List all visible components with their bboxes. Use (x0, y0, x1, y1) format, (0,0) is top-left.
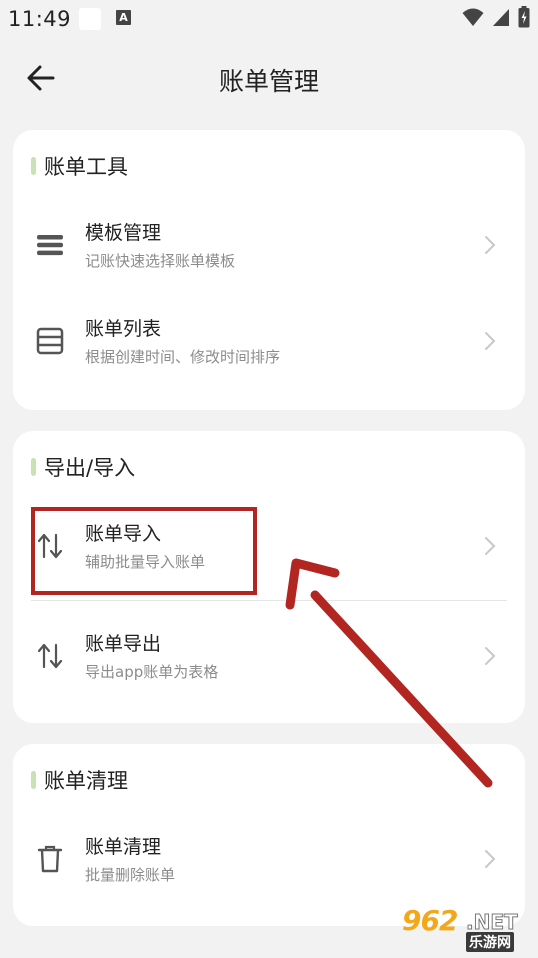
chevron-right-icon (485, 850, 496, 868)
signal-icon (493, 9, 509, 26)
divider (31, 600, 507, 601)
section-title: 账单工具 (44, 155, 128, 179)
item-subtitle: 记账快速选择账单模板 (85, 252, 236, 270)
section-header: 导出/导入 (31, 453, 135, 481)
item-subtitle: 辅助批量导入账单 (85, 553, 206, 571)
status-bar: 11:49 A (0, 0, 538, 38)
section-accent-bar (31, 771, 36, 789)
chevron-right-icon (485, 647, 496, 665)
section-header: 账单清理 (31, 766, 128, 794)
item-title: 账单清理 (85, 836, 162, 858)
item-subtitle: 批量删除账单 (85, 866, 176, 884)
section-accent-bar (31, 157, 36, 175)
section-card-tools: 账单工具 模板管理 记账快速选择账单模板 账单列表 根据创建时间、修改时间排序 (13, 130, 525, 410)
a-badge-icon: A (116, 10, 131, 25)
swap-vertical-icon (37, 533, 63, 559)
trash-icon (37, 845, 63, 873)
list-item-bill-export[interactable]: 账单导出 导出app账单为表格 (13, 619, 525, 699)
list-item-bill-list[interactable]: 账单列表 根据创建时间、修改时间排序 (13, 304, 525, 384)
chevron-right-icon (485, 537, 496, 555)
menu-lines-icon (37, 235, 63, 256)
list-item-template-manage[interactable]: 模板管理 记账快速选择账单模板 (13, 208, 525, 288)
item-title: 账单导入 (85, 523, 162, 545)
list-item-bill-cleanup[interactable]: 账单清理 批量删除账单 (13, 822, 525, 902)
item-subtitle: 导出app账单为表格 (85, 663, 219, 681)
section-title: 导出/导入 (44, 456, 136, 480)
list-box-icon (36, 327, 64, 355)
watermark-logo: 962 .NET 乐游网 (402, 904, 532, 952)
item-title: 模板管理 (85, 222, 162, 244)
item-title: 账单列表 (85, 318, 162, 340)
status-time: 11:49 (8, 7, 72, 31)
section-title: 账单清理 (44, 769, 128, 793)
notification-placeholder-icon (79, 8, 101, 30)
watermark-domain: .NET (466, 910, 519, 935)
swap-vertical-icon (37, 643, 63, 669)
battery-icon (518, 6, 530, 28)
watermark-number: 962 (402, 904, 458, 937)
section-card-cleanup: 账单清理 账单清理 批量删除账单 (13, 744, 525, 926)
wifi-icon (462, 8, 484, 26)
item-title: 账单导出 (85, 633, 162, 655)
status-icons (462, 6, 530, 28)
section-header: 账单工具 (31, 152, 128, 180)
app-header: 账单管理 (0, 50, 538, 106)
section-accent-bar (31, 458, 36, 476)
chevron-right-icon (485, 236, 496, 254)
chevron-right-icon (485, 332, 496, 350)
list-item-bill-import[interactable]: 账单导入 辅助批量导入账单 (13, 509, 525, 589)
section-card-export-import: 导出/导入 账单导入 辅助批量导入账单 账单导出 导出app账单为表格 (13, 431, 525, 723)
page-title: 账单管理 (218, 67, 319, 96)
item-subtitle: 根据创建时间、修改时间排序 (85, 348, 281, 366)
watermark-site: 乐游网 (466, 932, 514, 952)
